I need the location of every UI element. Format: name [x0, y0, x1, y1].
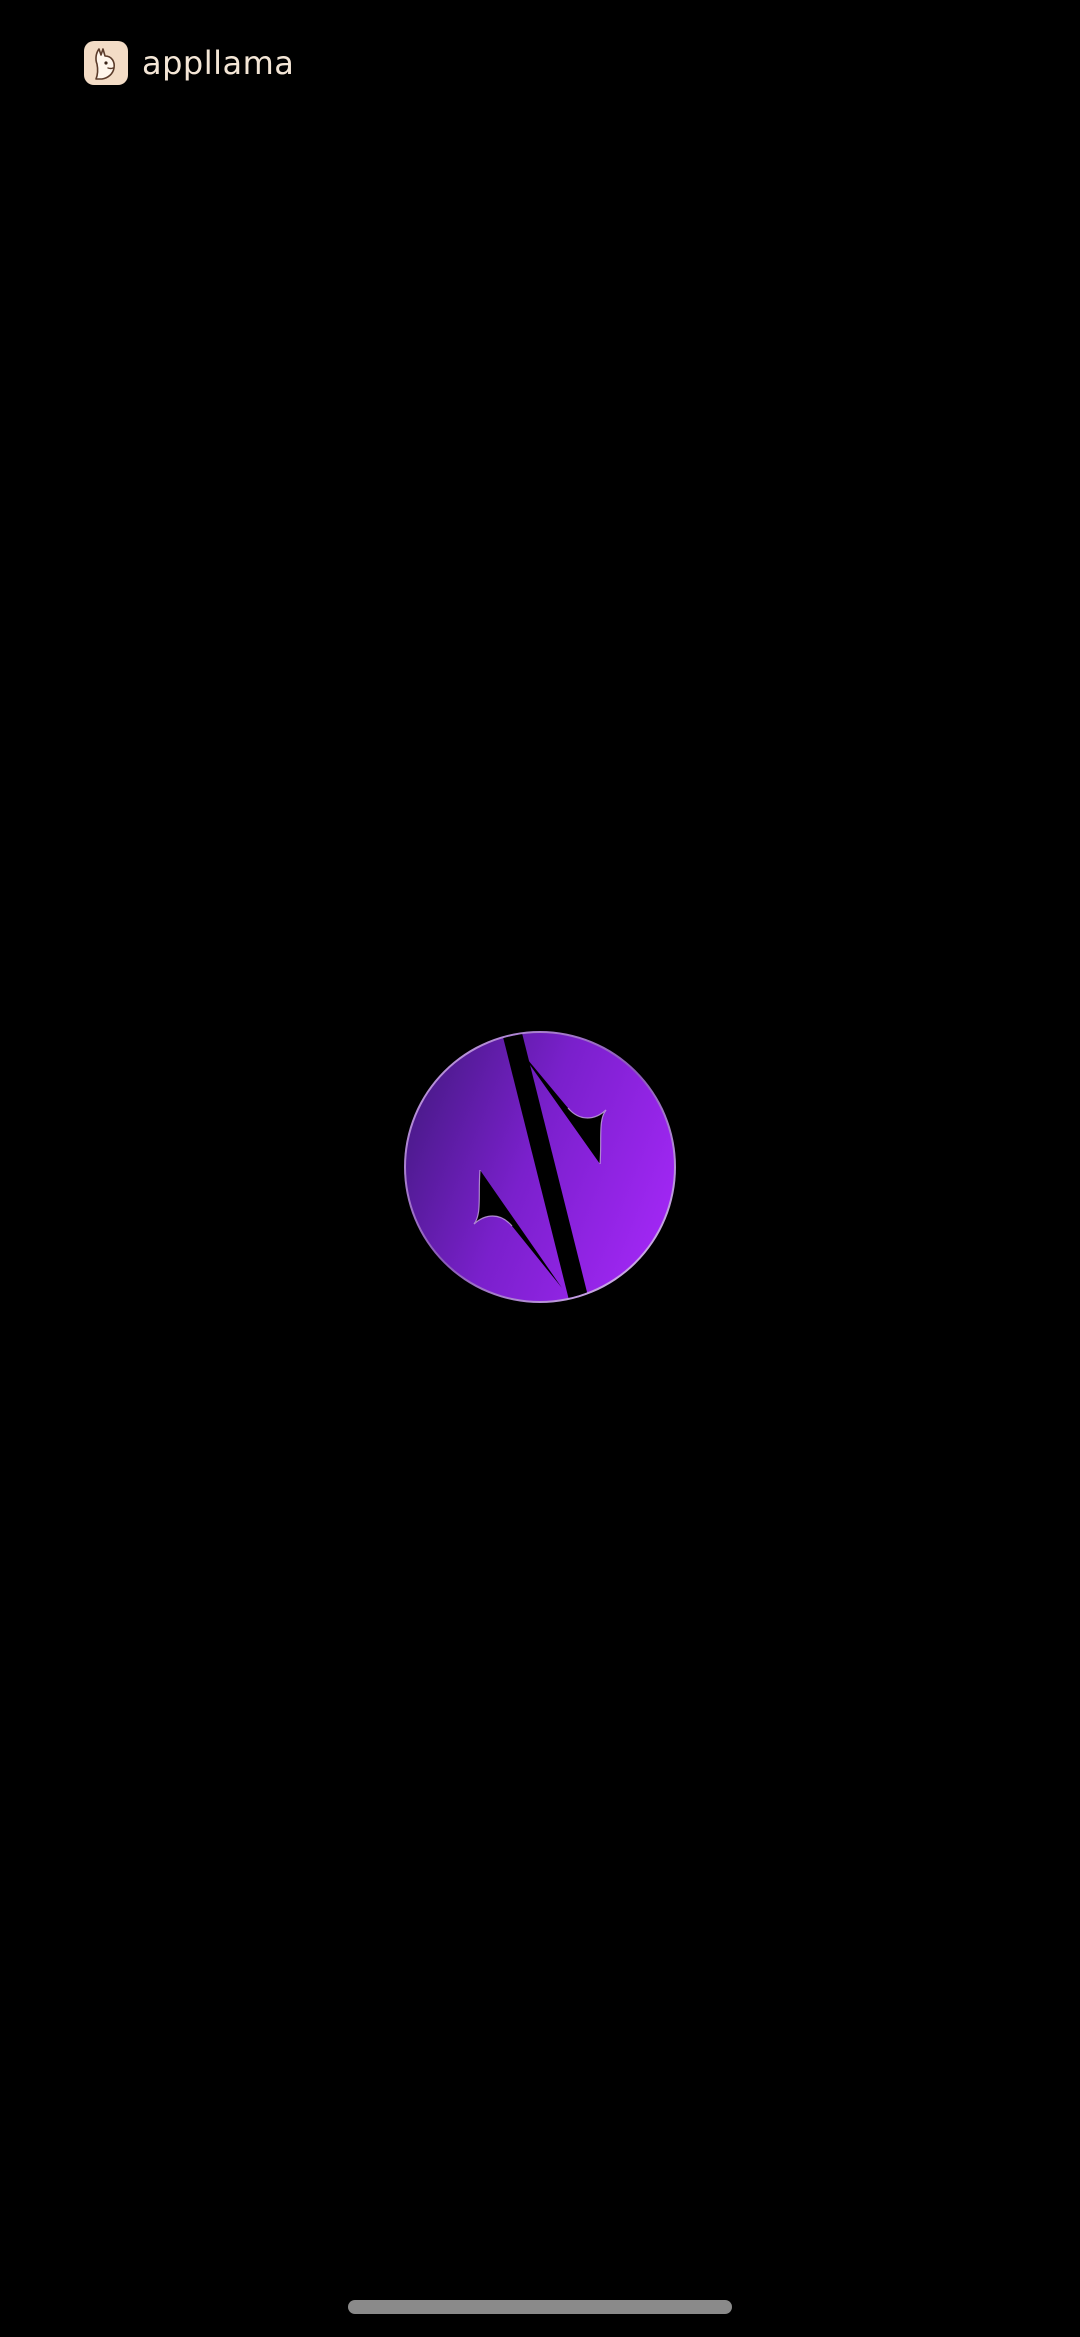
appllama-watermark: appllama — [84, 40, 294, 86]
llama-icon — [84, 41, 128, 85]
watermark-text: appllama — [142, 44, 295, 82]
home-indicator[interactable] — [348, 2300, 732, 2314]
app-logo-icon — [400, 1030, 680, 1305]
